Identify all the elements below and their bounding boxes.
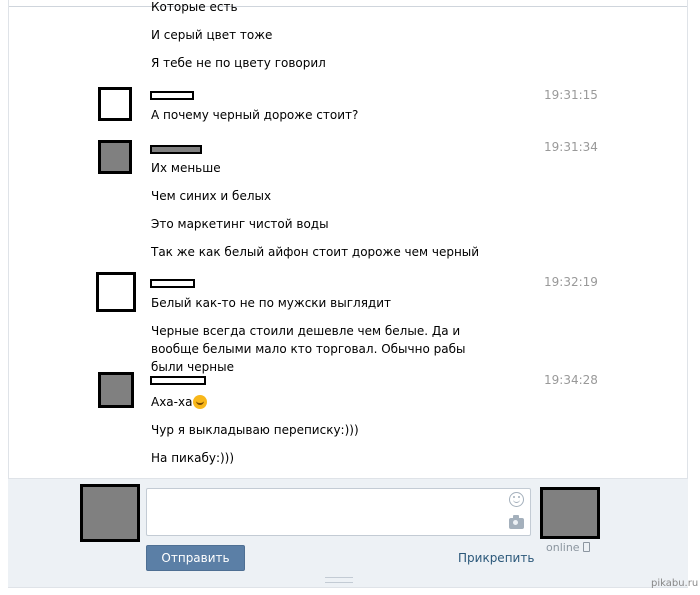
redacted-sender-name[interactable] bbox=[150, 376, 206, 385]
redacted-avatar[interactable] bbox=[98, 372, 134, 408]
watermark: pikabu.ru bbox=[651, 578, 699, 589]
message-timestamp: 19:34:28 bbox=[544, 373, 598, 387]
message-text: Белый как-то не по мужски выглядит bbox=[151, 296, 391, 310]
message-text: Так же как белый айфон стоит дороже чем … bbox=[151, 245, 480, 259]
redacted-avatar[interactable] bbox=[98, 87, 132, 121]
message-text: Аха-ха bbox=[151, 393, 208, 411]
online-status: online bbox=[546, 541, 590, 554]
message-text: Их меньше bbox=[151, 161, 221, 175]
mobile-phone-icon bbox=[582, 542, 590, 552]
message-text: Черные всегда стоили дешевле чем белые. … bbox=[151, 324, 466, 374]
online-label: online bbox=[546, 541, 580, 554]
message-text: Я тебе не по цвету говорил bbox=[151, 56, 326, 70]
resize-handle[interactable] bbox=[325, 577, 353, 583]
redacted-sender-name[interactable] bbox=[150, 145, 202, 154]
peer-redacted-avatar[interactable] bbox=[540, 487, 600, 539]
emoji-picker-icon[interactable] bbox=[509, 492, 524, 507]
message-timestamp: 19:31:34 bbox=[544, 140, 598, 154]
redacted-sender-name[interactable] bbox=[150, 279, 195, 288]
redacted-avatar[interactable] bbox=[96, 272, 136, 312]
redacted-avatar[interactable] bbox=[98, 140, 132, 174]
redacted-sender-name[interactable] bbox=[150, 91, 194, 100]
camera-icon[interactable] bbox=[509, 515, 524, 529]
message-history: Которые есть И серый цвет тоже Я тебе не… bbox=[8, 0, 688, 478]
message-input[interactable] bbox=[146, 488, 531, 536]
attach-link[interactable]: Прикрепить bbox=[458, 551, 534, 565]
message-text: И серый цвет тоже bbox=[151, 28, 273, 42]
message-text: Которые есть bbox=[151, 0, 238, 14]
message-text: Это маркетинг чистой воды bbox=[151, 217, 329, 231]
divider bbox=[9, 6, 687, 7]
message-text: Чур я выкладываю переписку:))) bbox=[151, 423, 359, 437]
message-text-content: Аха-ха bbox=[151, 395, 193, 409]
message-text: Чем синих и белых bbox=[151, 189, 272, 203]
message-timestamp: 19:32:19 bbox=[544, 275, 598, 289]
message-timestamp: 19:31:15 bbox=[544, 88, 598, 102]
send-button[interactable]: Отправить bbox=[146, 545, 245, 571]
laughing-emoji-icon bbox=[193, 395, 208, 409]
message-text: А почему черный дороже стоит? bbox=[151, 108, 359, 122]
message-text: На пикабу:))) bbox=[151, 451, 235, 465]
my-redacted-avatar[interactable] bbox=[80, 484, 140, 542]
